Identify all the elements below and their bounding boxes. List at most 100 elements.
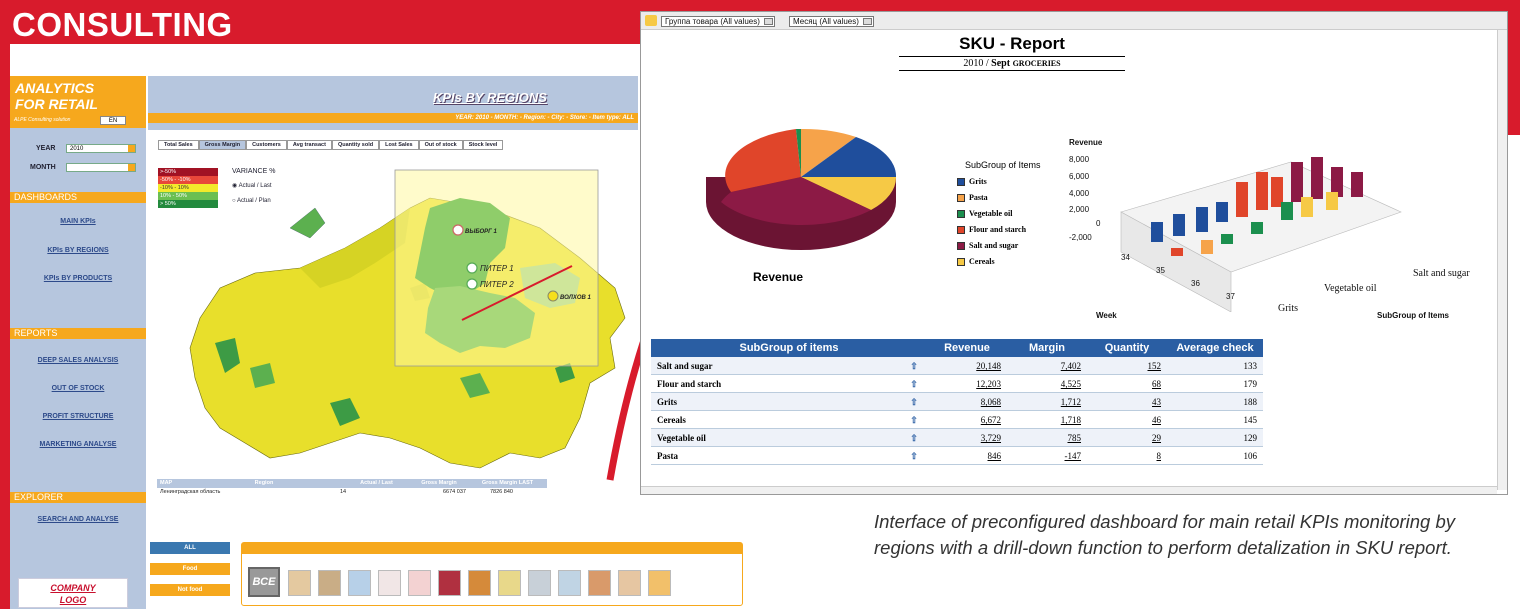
revenue-pie-chart[interactable]: [701, 82, 901, 252]
product-icon[interactable]: [648, 570, 671, 596]
bar[interactable]: [1171, 248, 1183, 256]
tab-avg-transact[interactable]: Avg transact: [286, 140, 332, 150]
cell-quantity[interactable]: 29: [1087, 429, 1167, 446]
drill-down-icon[interactable]: ⇧: [901, 429, 927, 446]
radio-actual-plan[interactable]: ○ Actual / Plan: [232, 198, 275, 204]
bar[interactable]: [1326, 192, 1338, 210]
tab-total-sales[interactable]: Total Sales: [158, 140, 199, 150]
product-icon[interactable]: [408, 570, 431, 596]
cell-margin[interactable]: 1,718: [1007, 411, 1087, 428]
year-select[interactable]: 2010: [66, 144, 136, 153]
bar[interactable]: [1291, 162, 1303, 202]
table-row[interactable]: Pasta ⇧ 846 -147 8 106: [651, 447, 1263, 465]
product-icon[interactable]: [288, 570, 311, 596]
nav-deep-sales-analysis[interactable]: DEEP SALES ANALYSIS: [10, 357, 146, 364]
bar[interactable]: [1173, 214, 1185, 236]
category-all-button[interactable]: ALL: [150, 542, 230, 554]
folder-icon[interactable]: [645, 15, 657, 26]
nav-out-of-stock[interactable]: OUT OF STOCK: [10, 385, 146, 392]
product-icon[interactable]: [438, 570, 461, 596]
tab-quantity-sold[interactable]: Quantity sold: [331, 140, 380, 150]
vertical-scrollbar[interactable]: [1497, 30, 1507, 490]
cell-margin[interactable]: 1,712: [1007, 393, 1087, 410]
bar[interactable]: [1281, 202, 1293, 220]
bar[interactable]: [1221, 234, 1233, 244]
bar[interactable]: [1301, 197, 1313, 217]
bar[interactable]: [1351, 172, 1363, 197]
nav-kpis-by-products[interactable]: KPIs BY PRODUCTS: [10, 275, 146, 282]
bar[interactable]: [1256, 172, 1268, 210]
bar[interactable]: [1201, 240, 1213, 254]
category-not-food-button[interactable]: Not food: [150, 584, 230, 596]
product-icon[interactable]: [318, 570, 341, 596]
nav-kpis-by-regions[interactable]: KPIs BY REGIONS: [10, 247, 146, 254]
table-row[interactable]: Vegetable oil ⇧ 3,729 785 29 129: [651, 429, 1263, 447]
month-select[interactable]: [66, 163, 136, 172]
bar[interactable]: [1151, 222, 1163, 242]
bar[interactable]: [1216, 202, 1228, 222]
tab-lost-sales[interactable]: Lost Sales: [379, 140, 419, 150]
category-food-button[interactable]: Food: [150, 563, 230, 575]
tab-gross-margin[interactable]: Gross Margin: [198, 140, 247, 150]
cell-revenue[interactable]: 6,672: [927, 411, 1007, 428]
month-dropdown[interactable]: Месяц (All values): [789, 16, 874, 27]
cell-margin[interactable]: 7,402: [1007, 357, 1087, 374]
region-table: MAP Region Actual / Last Gross Margin Gr…: [157, 479, 547, 501]
product-icon[interactable]: [618, 570, 641, 596]
cell-quantity[interactable]: 46: [1087, 411, 1167, 428]
table-row[interactable]: Cereals ⇧ 6,672 1,718 46 145: [651, 411, 1263, 429]
russia-regions-map[interactable]: ВЫБОРГ 1 ПИТЕР 1 ПИТЕР 2 ВОЛХОВ 1: [160, 168, 630, 488]
table-row[interactable]: Grits ⇧ 8,068 1,712 43 188: [651, 393, 1263, 411]
bar[interactable]: [1236, 182, 1248, 217]
drill-down-icon[interactable]: ⇧: [901, 393, 927, 410]
banner-left-edge: [0, 44, 10, 609]
product-icon[interactable]: [348, 570, 371, 596]
cell-margin[interactable]: -147: [1007, 447, 1087, 464]
horizontal-scrollbar[interactable]: [641, 486, 1497, 494]
drill-down-icon[interactable]: ⇧: [901, 447, 927, 464]
map-label-piter-2[interactable]: ПИТЕР 2: [480, 280, 514, 289]
nav-search-and-analyse[interactable]: SEARCH AND ANALYSE: [10, 516, 146, 523]
product-icon[interactable]: [558, 570, 581, 596]
product-icon[interactable]: [528, 570, 551, 596]
table-row[interactable]: Flour and starch ⇧ 12,203 4,525 68 179: [651, 375, 1263, 393]
cell-revenue[interactable]: 846: [927, 447, 1007, 464]
cell-revenue[interactable]: 20,148: [927, 357, 1007, 374]
bar[interactable]: [1196, 207, 1208, 232]
cell-quantity[interactable]: 68: [1087, 375, 1167, 392]
report-toolbar: Группа товара (All values) Месяц (All va…: [641, 12, 1507, 30]
cell-quantity[interactable]: 152: [1087, 357, 1167, 374]
cell-revenue[interactable]: 8,068: [927, 393, 1007, 410]
col-map[interactable]: MAP: [157, 479, 185, 488]
tab-out-of-stock[interactable]: Out of stock: [418, 140, 463, 150]
product-icon[interactable]: [468, 570, 491, 596]
bar[interactable]: [1311, 157, 1323, 199]
subtitle-group: GROCERIES: [1012, 59, 1061, 68]
product-icon[interactable]: [588, 570, 611, 596]
drill-down-icon[interactable]: ⇧: [901, 357, 927, 374]
product-group-dropdown[interactable]: Группа товара (All values): [661, 16, 775, 27]
drill-down-icon[interactable]: ⇧: [901, 411, 927, 428]
nav-marketing-analyse[interactable]: MARKETING ANALYSE: [10, 441, 146, 448]
cell-margin[interactable]: 4,525: [1007, 375, 1087, 392]
radio-actual-last[interactable]: ◉ Actual / Last: [232, 182, 275, 189]
nav-main-kpis[interactable]: MAIN KPIs: [10, 218, 146, 225]
all-products-button[interactable]: ВСЕ: [248, 567, 280, 597]
cell-quantity[interactable]: 43: [1087, 393, 1167, 410]
nav-profit-structure[interactable]: PROFIT STRUCTURE: [10, 413, 146, 420]
bar[interactable]: [1251, 222, 1263, 234]
tab-stock-level[interactable]: Stock level: [462, 140, 504, 150]
product-icon[interactable]: [498, 570, 521, 596]
cell-revenue[interactable]: 3,729: [927, 429, 1007, 446]
tab-customers[interactable]: Customers: [246, 140, 287, 150]
cell-margin[interactable]: 785: [1007, 429, 1087, 446]
drill-down-icon[interactable]: ⇧: [901, 375, 927, 392]
table-row[interactable]: Ленинградская область 14 6674 037 7826 8…: [157, 488, 547, 497]
map-label-piter-1[interactable]: ПИТЕР 1: [480, 264, 514, 273]
table-row[interactable]: Salt and sugar ⇧ 20,148 7,402 152 133: [651, 357, 1263, 375]
product-icon[interactable]: [378, 570, 401, 596]
map-label-vyborg[interactable]: ВЫБОРГ 1: [465, 229, 498, 235]
cell-revenue[interactable]: 12,203: [927, 375, 1007, 392]
cell-quantity[interactable]: 8: [1087, 447, 1167, 464]
language-select[interactable]: EN: [100, 116, 126, 125]
